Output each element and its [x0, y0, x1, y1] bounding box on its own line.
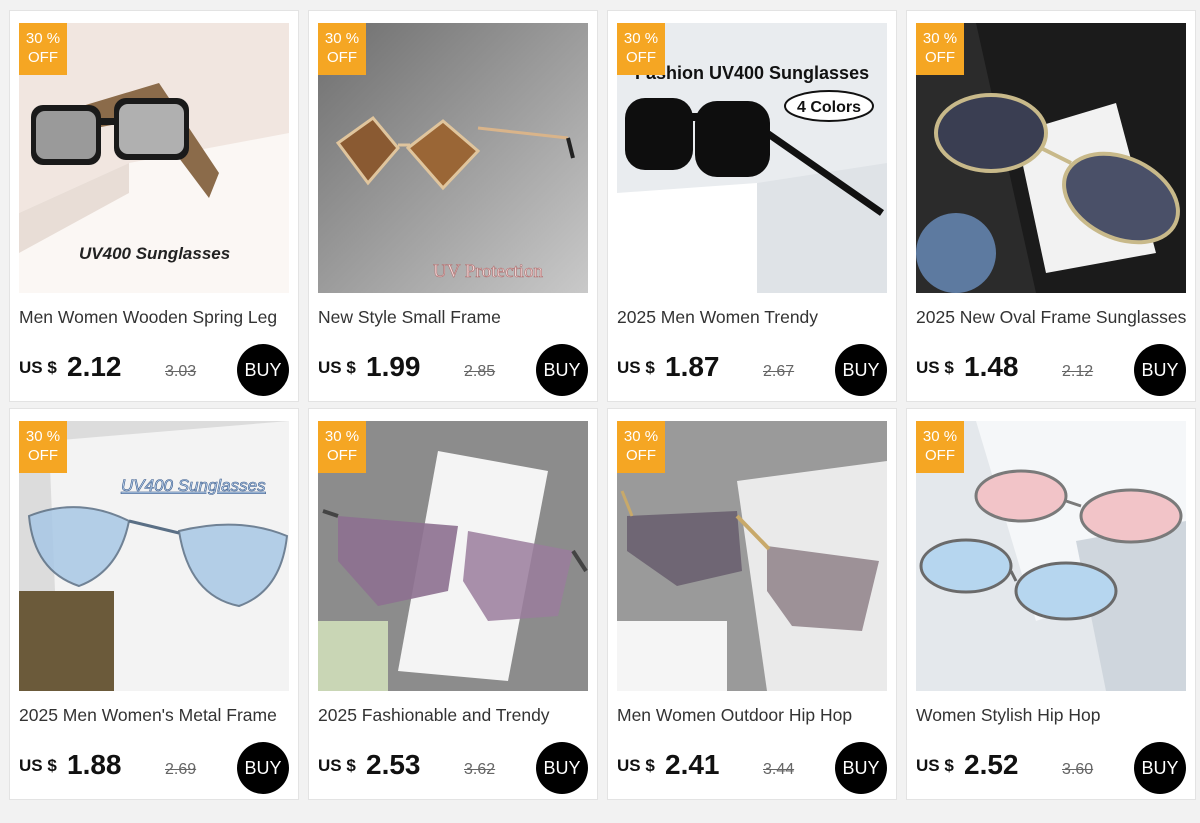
discount-percent: 30 %	[25, 30, 61, 47]
image-caption-badge: 4 Colors	[797, 99, 861, 116]
discount-percent: 30 %	[922, 30, 958, 47]
discount-percent: 30 %	[922, 428, 958, 445]
discount-badge: 30 % OFF	[916, 23, 964, 75]
sale-price: 2.53	[366, 749, 421, 780]
discount-percent: 30 %	[324, 30, 360, 47]
currency-label: US $	[19, 756, 57, 775]
product-card[interactable]: 30 % OFF 2025 Fashionable and Trendy US …	[308, 408, 598, 800]
discount-percent: 30 %	[324, 428, 360, 445]
buy-button[interactable]: BUY	[835, 344, 887, 396]
discount-off: OFF	[28, 447, 58, 464]
product-card[interactable]: 30 % OFF Women Stylish Hip Hop US $ 2.52…	[906, 408, 1196, 800]
original-price: 2.67	[763, 363, 795, 380]
currency-label: US $	[318, 756, 356, 775]
buy-button[interactable]: BUY	[536, 742, 588, 794]
discount-off: OFF	[327, 49, 357, 66]
product-title[interactable]: New Style Small Frame	[318, 307, 590, 328]
discount-badge: 30 % OFF	[617, 421, 665, 473]
buy-button[interactable]: BUY	[1134, 742, 1186, 794]
buy-button[interactable]: BUY	[1134, 344, 1186, 396]
original-price: 3.60	[1062, 761, 1094, 778]
original-price: 2.85	[464, 363, 496, 380]
discount-off: OFF	[626, 447, 656, 464]
product-grid: UV400 Sunglasses 30 % OFF Men Women Wood…	[9, 10, 1196, 800]
discount-off: OFF	[626, 49, 656, 66]
currency-label: US $	[617, 358, 655, 377]
image-caption: UV400 Sunglasses	[79, 244, 230, 263]
discount-percent: 30 %	[25, 428, 61, 445]
product-title[interactable]: 2025 Men Women's Metal Frame	[19, 705, 291, 726]
product-card[interactable]: UV400 Sunglasses 30 % OFF Men Women Wood…	[9, 10, 299, 402]
discount-badge: 30 % OFF	[916, 421, 964, 473]
discount-badge: 30 % OFF	[318, 421, 366, 473]
discount-badge: 30 % OFF	[19, 23, 67, 75]
discount-off: OFF	[28, 49, 58, 66]
image-caption: Fashion UV400 Sunglasses	[635, 63, 869, 83]
discount-percent: 30 %	[623, 428, 659, 445]
product-title[interactable]: 2025 Fashionable and Trendy	[318, 705, 590, 726]
image-caption: UV400 Sunglasses	[121, 476, 266, 495]
currency-label: US $	[318, 358, 356, 377]
currency-label: US $	[19, 358, 57, 377]
product-title[interactable]: Men Women Outdoor Hip Hop	[617, 705, 889, 726]
original-price: 3.62	[464, 761, 496, 778]
sale-price: 2.12	[67, 351, 122, 382]
product-title[interactable]: 2025 New Oval Frame Sunglasses	[916, 307, 1188, 328]
original-price: 3.03	[165, 363, 197, 380]
currency-label: US $	[916, 358, 954, 377]
buy-button[interactable]: BUY	[237, 344, 289, 396]
sale-price: 1.99	[366, 351, 421, 382]
discount-off: OFF	[327, 447, 357, 464]
original-price: 3.44	[763, 761, 795, 778]
discount-off: OFF	[925, 49, 955, 66]
sale-price: 2.41	[665, 749, 720, 780]
product-card[interactable]: 30 % OFF Men Women Outdoor Hip Hop US $ …	[607, 408, 897, 800]
original-price: 2.12	[1062, 363, 1094, 380]
buy-button[interactable]: BUY	[536, 344, 588, 396]
currency-label: US $	[617, 756, 655, 775]
product-title[interactable]: 2025 Men Women Trendy	[617, 307, 889, 328]
product-card[interactable]: 30 % OFF 2025 New Oval Frame Sunglasses …	[906, 10, 1196, 402]
discount-off: OFF	[925, 447, 955, 464]
sale-price: 1.88	[67, 749, 122, 780]
product-card[interactable]: Fashion UV400 Sunglasses 4 Colors 30 % O…	[607, 10, 897, 402]
buy-button[interactable]: BUY	[237, 742, 289, 794]
discount-badge: 30 % OFF	[617, 23, 665, 75]
discount-percent: 30 %	[623, 30, 659, 47]
buy-button[interactable]: BUY	[835, 742, 887, 794]
discount-badge: 30 % OFF	[318, 23, 366, 75]
sale-price: 1.48	[964, 351, 1019, 382]
image-caption: UV Protection	[433, 261, 543, 282]
sale-price: 2.52	[964, 749, 1019, 780]
discount-badge: 30 % OFF	[19, 421, 67, 473]
product-card[interactable]: UV400 Sunglasses 30 % OFF 2025 Men Women…	[9, 408, 299, 800]
sale-price: 1.87	[665, 351, 720, 382]
product-card[interactable]: UV Protection 30 % OFF New Style Small F…	[308, 10, 598, 402]
product-title[interactable]: Women Stylish Hip Hop	[916, 705, 1188, 726]
currency-label: US $	[916, 756, 954, 775]
original-price: 2.69	[165, 761, 197, 778]
product-title[interactable]: Men Women Wooden Spring Leg	[19, 307, 291, 328]
